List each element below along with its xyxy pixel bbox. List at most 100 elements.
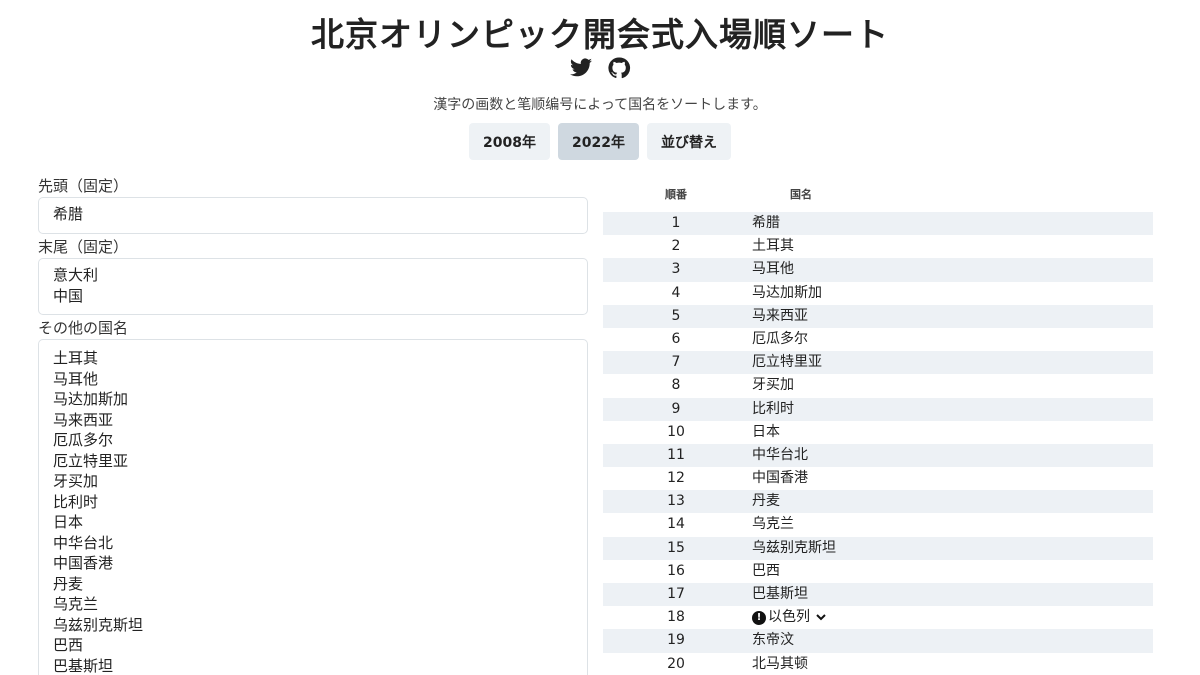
country-name: 马耳他 — [752, 261, 794, 278]
row-country: 土耳其 — [749, 235, 794, 258]
textarea-line: 马达加斯加 — [53, 390, 129, 408]
textarea-line: 比利时 — [53, 492, 99, 511]
sort-button[interactable]: 並び替え — [646, 123, 731, 160]
country-name: 以色列 — [768, 609, 810, 626]
last-fixed-textarea[interactable]: 意大利 中国 — [38, 258, 588, 315]
row-country: 比利时 — [749, 398, 794, 421]
row-country: 巴西 — [749, 560, 780, 583]
country-name: 马达加斯加 — [752, 284, 822, 301]
textarea-line: 希腊 — [53, 205, 84, 223]
table-row: 11 中华台北 — [603, 443, 1153, 468]
row-order: 10 — [667, 423, 685, 440]
country-name: 乌兹别克斯坦 — [752, 539, 836, 556]
row-order: 16 — [667, 562, 685, 579]
row-country: 牙买加 — [749, 374, 794, 397]
textarea-line: 牙买加 — [53, 472, 99, 490]
other-countries-textarea[interactable]: 土耳其 马耳他 马达加斯加 马来西亚 厄瓜多尔 厄立特里亚 牙买加 比利时 日本 中华台北 中国香港… — [38, 339, 588, 675]
row-order: 17 — [667, 586, 685, 602]
row-order: 19 — [667, 632, 685, 649]
table-row: 20 北马其顿 — [603, 653, 1153, 675]
row-order: 15 — [667, 539, 685, 556]
result-table: 順番 国名 1 希腊 2 土耳其 3 马耳他 4 马达加斯加 5 马来西亚 6 厄瓜多尔 7 厄立特里亚 8… — [603, 186, 1153, 675]
first-fixed-textarea[interactable]: 希腊 — [38, 197, 588, 234]
country-name: 中华台北 — [752, 446, 808, 463]
textarea-line: 乌克兰 — [53, 595, 99, 613]
github-icon[interactable] — [607, 56, 631, 80]
page-title: 北京オリンピック開会式入場順ソート — [311, 15, 889, 54]
year-2008-button[interactable]: 2008年 — [469, 123, 550, 160]
country-name: 乌克兰 — [752, 516, 794, 533]
table-row: 18! 以色列 — [603, 606, 1153, 629]
table-row: 2 土耳其 — [603, 235, 1153, 258]
row-country: 丹麦 — [749, 490, 780, 513]
table-row: 1 希腊 — [603, 212, 1153, 236]
table-row: 3 马耳他 — [603, 258, 1153, 282]
textarea-line: 厄瓜多尔 — [53, 431, 114, 449]
textarea-line: 日本 — [53, 513, 84, 531]
country-name: 厄立特里亚 — [752, 354, 822, 371]
row-order: 3 — [671, 261, 681, 278]
row-country: 东帝汶 — [749, 629, 794, 652]
textarea-line: 意大利 — [53, 266, 99, 284]
textarea-line: 中华台北 — [53, 533, 114, 552]
social-links — [0, 56, 1200, 80]
row-country: 乌克兰 — [749, 513, 794, 536]
table-header: 順番 国名 — [603, 186, 1153, 204]
country-name: 厄瓜多尔 — [752, 330, 808, 347]
table-row: 15 乌兹别克斯坦 — [603, 536, 1153, 560]
row-country: 马达加斯加 — [749, 282, 822, 305]
table-row: 19 东帝汶 — [603, 629, 1153, 653]
table-row: 5 马来西亚 — [603, 304, 1153, 328]
year-toolbar: 2008年 2022年 並び替え — [0, 123, 1200, 160]
table-row: 16 巴西 — [603, 560, 1153, 583]
country-name: 希腊 — [752, 215, 780, 231]
table-row: 13 丹麦 — [603, 490, 1153, 514]
country-name: 东帝汶 — [752, 632, 794, 649]
row-country: 中华台北 — [749, 444, 808, 467]
table-row: 12 中国香港 — [603, 467, 1153, 490]
country-name: 巴西 — [752, 562, 780, 579]
country-name: 中国香港 — [752, 470, 808, 487]
chevron-down-icon[interactable] — [816, 606, 826, 629]
table-row: 9 比利时 — [603, 397, 1153, 421]
row-country: 巴基斯坦 — [749, 583, 808, 606]
row-country: 日本 — [749, 421, 780, 444]
textarea-line: 乌兹别克斯坦 — [53, 615, 144, 634]
country-name: 北马其顿 — [752, 655, 808, 672]
row-order: 13 — [667, 493, 685, 510]
year-2022-button[interactable]: 2022年 — [558, 123, 639, 160]
table-row: 10 日本 — [603, 421, 1153, 444]
row-order: 6 — [671, 330, 681, 347]
row-order: 4 — [671, 284, 681, 301]
row-order: 18 — [667, 609, 685, 626]
row-country: 希腊 — [749, 212, 780, 235]
last-fixed-label: 末尾（固定） — [38, 238, 129, 256]
row-country: 马耳他 — [749, 258, 794, 281]
row-order: 5 — [671, 307, 681, 324]
input-panel: 先頭（固定） 希腊 末尾（固定） 意大利 中国 その他の国名 土耳其 马耳他 马达加斯… — [38, 176, 588, 675]
table-row: 7 厄立特里亚 — [603, 351, 1153, 375]
row-country: 马来西亚 — [749, 305, 808, 328]
warning-icon: ! — [752, 610, 766, 625]
country-name: 马来西亚 — [752, 307, 808, 324]
column-header-order: 順番 — [665, 188, 687, 201]
row-order: 14 — [667, 516, 685, 533]
row-country: 乌兹别克斯坦 — [749, 537, 836, 560]
twitter-icon[interactable] — [569, 56, 593, 80]
row-order: 8 — [671, 377, 681, 394]
textarea-line: 丹麦 — [53, 574, 84, 593]
row-country[interactable]: ! 以色列 — [749, 606, 826, 629]
row-order: 12 — [667, 470, 685, 487]
page-subtitle: 漢字の画数と笔顺编号によって国名をソートします。 — [433, 97, 767, 113]
table-row: 14 乌克兰 — [603, 513, 1153, 536]
country-name: 丹麦 — [752, 493, 780, 510]
table-body: 1 希腊 2 土耳其 3 马耳他 4 马达加斯加 5 马来西亚 6 厄瓜多尔 7 厄立特里亚 8 牙买加 9 比利… — [603, 212, 1153, 675]
textarea-line: 中国香港 — [53, 554, 114, 572]
country-name: 比利时 — [752, 400, 794, 417]
textarea-line: 中国 — [53, 286, 84, 305]
row-order: 11 — [667, 446, 685, 463]
textarea-line: 厄立特里亚 — [53, 451, 129, 470]
row-country: 厄立特里亚 — [749, 351, 822, 374]
table-row: 4 马达加斯加 — [603, 282, 1153, 305]
textarea-line: 巴基斯坦 — [53, 656, 114, 675]
